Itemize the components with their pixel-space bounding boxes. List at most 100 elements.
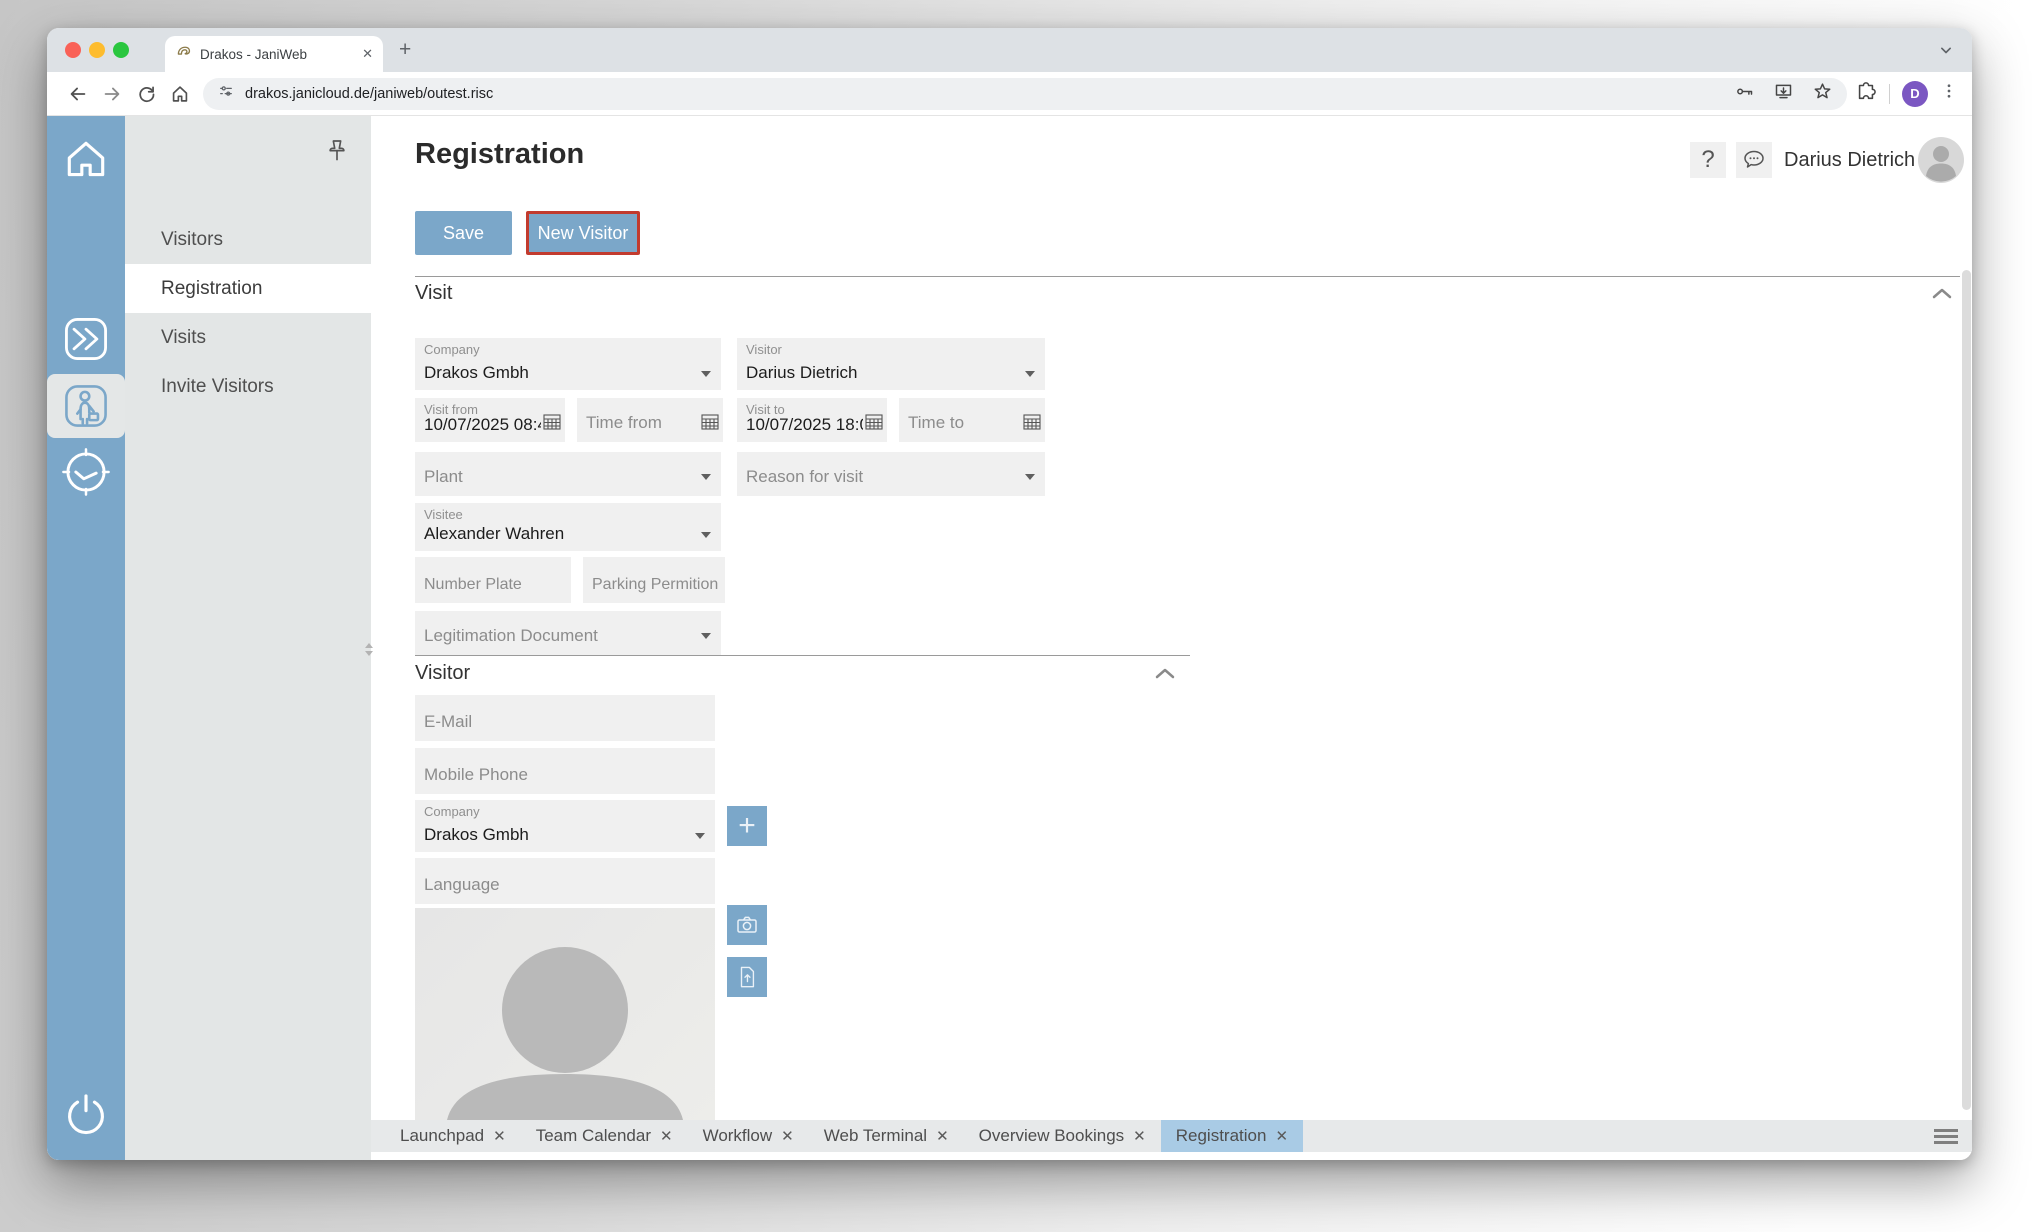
close-tab-icon[interactable]: ✕ [1133, 1127, 1146, 1145]
minimize-window-button[interactable] [89, 42, 105, 58]
tab-list-menu-icon[interactable] [1934, 1129, 1958, 1147]
install-app-icon[interactable] [1773, 81, 1794, 107]
visit-from-date-input[interactable]: Visit from 10/07/2025 08:42 [415, 398, 565, 442]
number-plate-input[interactable]: Number Plate [415, 557, 571, 603]
camera-icon [735, 913, 759, 937]
visit-collapse-chevron-icon[interactable] [1931, 286, 1953, 305]
close-window-button[interactable] [65, 42, 81, 58]
dropdown-caret-icon [695, 833, 705, 839]
bottom-tab-web-terminal[interactable]: Web Terminal✕ [809, 1120, 964, 1152]
chat-bubble-icon [1741, 147, 1767, 173]
calendar-icon[interactable] [1023, 414, 1041, 435]
browser-tabstrip: Drakos - JaniWeb ✕ + [47, 28, 1972, 72]
user-name: Darius Dietrich [1784, 149, 1915, 172]
page-title: Registration [415, 138, 584, 171]
reload-button[interactable] [129, 77, 163, 111]
calendar-icon[interactable] [543, 414, 561, 435]
browser-window: Drakos - JaniWeb ✕ + [47, 28, 1972, 1160]
icon-rail [47, 116, 125, 1160]
rail-logout-power-icon[interactable] [47, 1088, 125, 1140]
plant-select[interactable]: Plant [415, 452, 721, 496]
email-input[interactable]: E-Mail [415, 695, 715, 741]
mobile-phone-input[interactable]: Mobile Phone [415, 748, 715, 794]
time-to-input[interactable]: Time to [899, 398, 1045, 442]
favicon-dragon-icon [175, 43, 192, 65]
add-company-button[interactable]: + [727, 806, 767, 846]
rail-workflow-icon[interactable] [47, 314, 125, 364]
visitor-section-title: Visitor [415, 662, 470, 685]
extensions-puzzle-icon[interactable] [1855, 80, 1877, 107]
dropdown-caret-icon [1025, 474, 1035, 480]
password-key-icon[interactable] [1734, 81, 1755, 107]
rail-home-icon[interactable] [47, 136, 125, 184]
tab-search-chevron-icon[interactable] [1936, 40, 1956, 65]
dropdown-caret-icon [701, 633, 711, 639]
legitimation-document-select[interactable]: Legitimation Document [415, 611, 721, 655]
new-visitor-button[interactable]: New Visitor [526, 211, 640, 255]
content-scrollbar[interactable] [1962, 270, 1971, 1110]
close-tab-icon[interactable]: ✕ [936, 1127, 949, 1145]
close-tab-icon[interactable]: ✕ [1275, 1127, 1288, 1145]
app-page: Visitors Registration Visits Invite Visi… [47, 116, 1972, 1160]
section-divider [415, 655, 1190, 656]
tab-title: Drakos - JaniWeb [200, 47, 362, 62]
bookmark-star-icon[interactable] [1812, 81, 1833, 107]
upload-photo-button[interactable] [727, 957, 767, 997]
bottom-tab-launchpad[interactable]: Launchpad✕ [385, 1120, 521, 1152]
dropdown-caret-icon [701, 532, 711, 538]
close-tab-icon[interactable]: ✕ [493, 1127, 506, 1145]
visitor-photo-placeholder [415, 908, 715, 1120]
calendar-icon[interactable] [865, 414, 883, 435]
panel-splitter-handle[interactable] [365, 636, 373, 662]
rail-visitor-person-icon [61, 381, 111, 431]
time-from-input[interactable]: Time from [577, 398, 723, 442]
plus-icon: + [738, 811, 756, 841]
bottom-tab-workflow[interactable]: Workflow✕ [688, 1120, 809, 1152]
rail-clock-icon[interactable] [47, 446, 125, 498]
zoom-window-button[interactable] [113, 42, 129, 58]
pin-panel-icon[interactable] [326, 138, 348, 171]
chrome-profile-avatar[interactable]: D [1902, 81, 1928, 107]
upload-document-icon [736, 965, 758, 989]
open-tabs-bar: Launchpad✕ Team Calendar✕ Workflow✕ Web … [371, 1120, 1972, 1152]
chat-button[interactable] [1736, 142, 1772, 178]
new-tab-button[interactable]: + [399, 40, 411, 60]
close-tab-icon[interactable]: ✕ [660, 1127, 673, 1145]
tab-close-icon[interactable]: ✕ [362, 46, 373, 62]
dropdown-caret-icon [1025, 371, 1035, 377]
parking-permition-input[interactable]: Parking Permition [583, 557, 725, 603]
visitor-select[interactable]: Visitor Darius Dietrich [737, 338, 1045, 390]
reason-for-visit-select[interactable]: Reason for visit [737, 452, 1045, 496]
bottom-tab-overview-bookings[interactable]: Overview Bookings✕ [964, 1120, 1161, 1152]
address-bar[interactable]: drakos.janicloud.de/janiweb/outest.risc [203, 78, 1847, 110]
nav-item-visits[interactable]: Visits [125, 313, 371, 362]
nav-item-visitors[interactable]: Visitors [125, 215, 371, 264]
forward-button[interactable] [95, 77, 129, 111]
nav-item-invite-visitors[interactable]: Invite Visitors [125, 362, 371, 411]
close-tab-icon[interactable]: ✕ [781, 1127, 794, 1145]
rail-visitors-active-tile[interactable] [47, 374, 125, 438]
visit-to-date-input[interactable]: Visit to 10/07/2025 18:00 [737, 398, 887, 442]
bottom-tab-registration[interactable]: Registration✕ [1161, 1120, 1303, 1152]
visitee-select[interactable]: Visitee Alexander Wahren [415, 503, 721, 551]
take-photo-button[interactable] [727, 905, 767, 945]
visitor-collapse-chevron-icon[interactable] [1154, 666, 1176, 685]
company-select[interactable]: Company Drakos Gmbh [415, 338, 721, 390]
browser-tab[interactable]: Drakos - JaniWeb ✕ [165, 36, 383, 72]
chrome-menu-icon[interactable] [1940, 82, 1958, 105]
back-button[interactable] [61, 77, 95, 111]
visitor-company-select[interactable]: Company Drakos Gmbh [415, 800, 715, 852]
home-button[interactable] [163, 77, 197, 111]
site-info-icon[interactable] [217, 82, 235, 105]
bottom-tab-team-calendar[interactable]: Team Calendar✕ [521, 1120, 688, 1152]
url-text[interactable]: drakos.janicloud.de/janiweb/outest.risc [245, 86, 1722, 102]
save-button[interactable]: Save [415, 211, 512, 255]
help-button[interactable]: ? [1690, 142, 1726, 178]
user-avatar[interactable] [1918, 137, 1964, 188]
language-input[interactable]: Language [415, 858, 715, 904]
nav-item-registration[interactable]: Registration [125, 264, 371, 313]
toolbar-separator [1889, 84, 1890, 104]
desktop: Drakos - JaniWeb ✕ + [0, 0, 2032, 1232]
calendar-icon[interactable] [701, 414, 719, 435]
visit-section-title: Visit [415, 282, 452, 305]
